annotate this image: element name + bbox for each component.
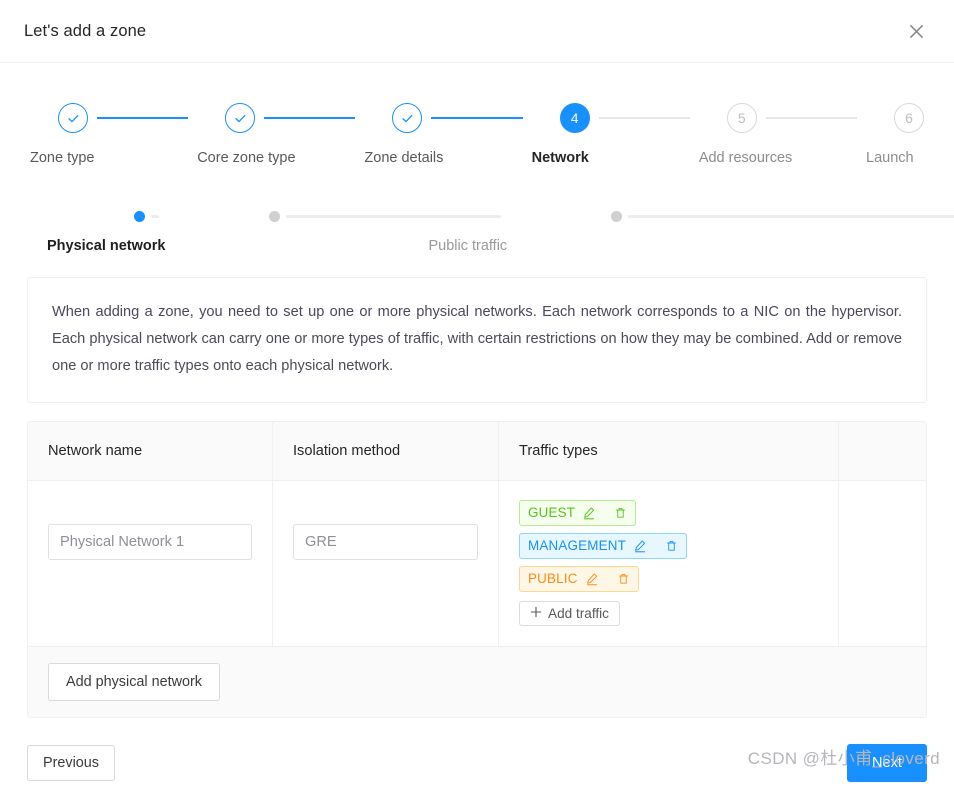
substep-connector: [286, 214, 502, 218]
previous-button[interactable]: Previous: [27, 745, 115, 781]
next-button[interactable]: Next: [846, 744, 927, 782]
traffic-tag-public[interactable]: PUBLIC: [519, 566, 639, 592]
column-header-network-name: Network name: [28, 422, 273, 480]
table-row: GUEST: [28, 481, 926, 647]
substep-dot-row: [165, 210, 507, 222]
add-traffic-label: Add traffic: [548, 606, 609, 621]
step-label: Zone type: [30, 150, 95, 166]
substep-label: Public traffic: [428, 238, 508, 254]
step-circle-number: 5: [726, 103, 757, 133]
info-text: When adding a zone, you need to set up o…: [52, 304, 902, 374]
modal-body: Zone type Core zone type Zone details 4 …: [0, 102, 954, 718]
step-connector: [264, 117, 356, 119]
step-icon-row: [30, 102, 197, 134]
substep-dot: [134, 210, 145, 222]
wizard-steps: Zone type Core zone type Zone details 4 …: [27, 102, 927, 166]
page-title: Let's add a zone: [24, 21, 147, 40]
step-label: Core zone type: [197, 150, 296, 166]
traffic-tag-management[interactable]: MANAGEMENT: [519, 533, 687, 559]
delete-icon[interactable]: [614, 506, 627, 520]
traffic-tag-guest[interactable]: GUEST: [519, 500, 637, 526]
edit-icon[interactable]: [585, 572, 599, 586]
traffic-tag-label: PUBLIC: [528, 571, 578, 586]
step-circle-check-icon: [58, 103, 88, 133]
substep-dot-row: [30, 210, 165, 222]
traffic-type-tag-list: GUEST MANAGEMENT PUBLIC Add traffic: [519, 500, 818, 626]
step-connector: [598, 117, 690, 119]
edit-icon[interactable]: [633, 539, 647, 553]
step-label: Add resources: [698, 150, 793, 166]
close-icon[interactable]: [902, 17, 930, 45]
step-add-resources[interactable]: 5 Add resources: [699, 102, 866, 166]
cell-network-name: [28, 481, 273, 647]
cell-isolation-method: [273, 481, 499, 647]
add-physical-network-button[interactable]: Add physical network: [48, 663, 220, 701]
edit-icon[interactable]: [582, 506, 596, 520]
step-icon-row: 6: [866, 102, 925, 134]
step-launch[interactable]: 6 Launch: [866, 102, 925, 166]
step-label: Launch: [866, 150, 914, 166]
step-icon-row: [197, 102, 364, 134]
step-zone-type[interactable]: Zone type: [30, 102, 197, 166]
cell-actions: [839, 481, 926, 647]
substep-dot: [611, 210, 623, 222]
column-header-isolation-method: Isolation method: [273, 422, 499, 480]
step-core-zone-type[interactable]: Core zone type: [197, 102, 364, 166]
network-substeps: Physical network Public traffic Pod Gues…: [27, 210, 954, 254]
step-connector: [765, 117, 858, 119]
network-name-input[interactable]: [48, 524, 252, 560]
substep-physical-network[interactable]: Physical network: [30, 210, 165, 254]
column-header-actions: [839, 422, 926, 480]
modal-footer: Previous Next: [0, 744, 954, 782]
substep-pod[interactable]: Pod: [507, 210, 954, 254]
substep-label: Physical network: [47, 238, 166, 254]
add-traffic-button[interactable]: Add traffic: [519, 601, 620, 626]
column-header-traffic-types: Traffic types: [499, 422, 839, 480]
physical-networks-table: Network name Isolation method Traffic ty…: [27, 421, 927, 718]
plus-icon: [530, 606, 542, 621]
substep-dot: [269, 210, 281, 222]
traffic-tag-label: MANAGEMENT: [528, 538, 626, 553]
step-icon-row: 5: [699, 102, 866, 134]
table-footer: Add physical network: [28, 647, 926, 717]
step-circle-check-icon: [225, 103, 256, 133]
step-label: Zone details: [364, 150, 444, 166]
table-header-row: Network name Isolation method Traffic ty…: [28, 422, 926, 481]
cell-traffic-types: GUEST MANAGEMENT PUBLIC Add traffic: [499, 481, 839, 647]
step-circle-number: 6: [894, 103, 925, 133]
substep-connector: [628, 214, 954, 218]
modal-header: Let's add a zone: [0, 0, 954, 63]
step-icon-row: 4: [532, 102, 699, 134]
step-circle-number: 4: [559, 103, 590, 133]
step-zone-details[interactable]: Zone details: [364, 102, 531, 166]
traffic-tag-label: GUEST: [528, 505, 576, 520]
info-panel: When adding a zone, you need to set up o…: [27, 277, 927, 403]
step-circle-check-icon: [392, 103, 423, 133]
step-connector: [431, 117, 523, 119]
step-label: Network: [531, 150, 589, 166]
substep-dot-row: [507, 210, 954, 222]
substep-public-traffic[interactable]: Public traffic: [165, 210, 507, 254]
isolation-method-input[interactable]: [293, 524, 478, 560]
step-network[interactable]: 4 Network: [532, 102, 699, 166]
delete-icon[interactable]: [617, 572, 630, 586]
step-icon-row: [364, 102, 531, 134]
substep-connector: [151, 214, 160, 218]
step-connector: [97, 117, 189, 119]
delete-icon[interactable]: [665, 539, 678, 553]
